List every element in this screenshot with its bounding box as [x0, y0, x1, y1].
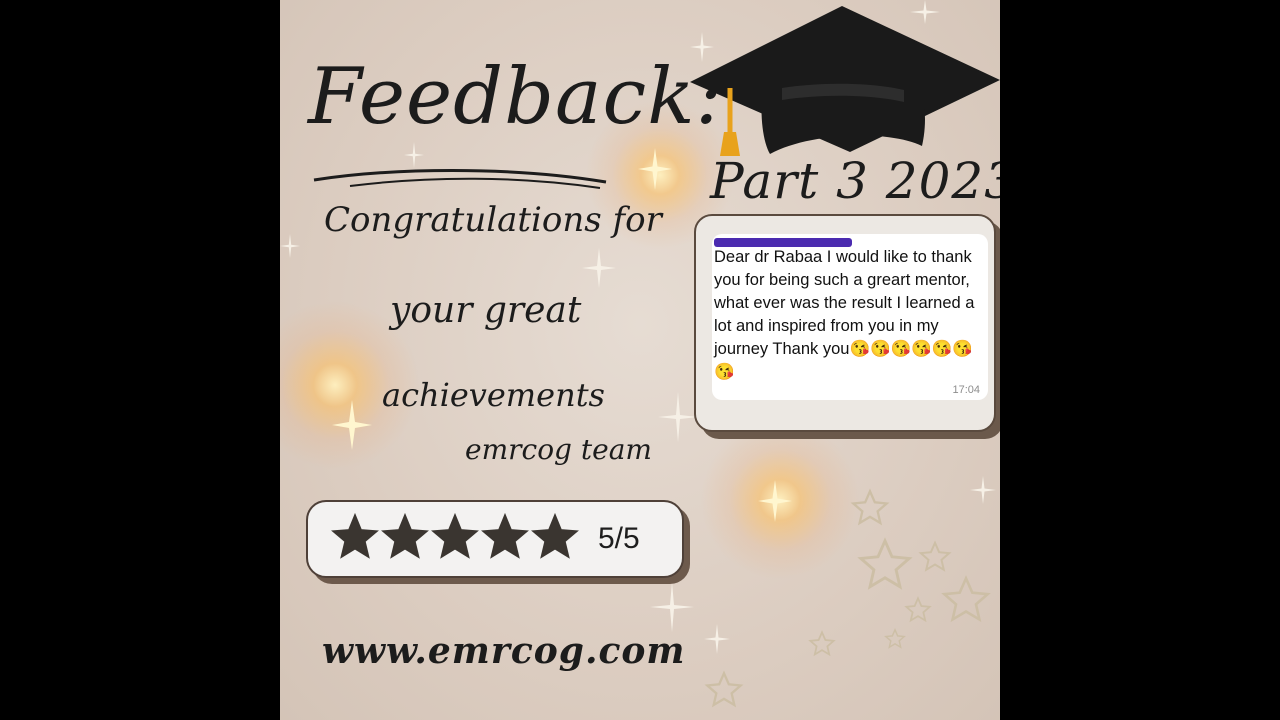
star-outline-icon — [808, 630, 836, 657]
star-outline-icon — [904, 596, 932, 623]
star-icon — [481, 512, 529, 559]
message-bubble: Dear dr Rabaa I would like to thank you … — [712, 234, 988, 400]
graduation-cap-icon — [690, 6, 1000, 156]
congrats-line-3: achievements — [382, 376, 605, 414]
website-url: www.emrcog.com — [322, 630, 686, 672]
sparkle-icon — [582, 248, 616, 288]
glow-right — [700, 420, 860, 580]
message-time: 17:04 — [952, 384, 980, 396]
star-outline-icon — [918, 540, 952, 572]
part-label: Part 3 2023 — [710, 152, 1000, 210]
congrats-line-2: your great — [390, 290, 582, 331]
congrats-line-4: emrcog team — [465, 433, 652, 466]
star-icon — [381, 512, 429, 559]
star-outline-icon — [850, 488, 890, 526]
message-text: Dear dr Rabaa I would like to thank you … — [714, 248, 975, 381]
star-outline-icon — [704, 670, 744, 708]
feedback-card: Feedback: Congratulations for your great… — [280, 0, 1000, 720]
star-outline-icon — [857, 537, 913, 590]
title-underline — [313, 169, 607, 189]
sparkle-icon — [638, 148, 672, 190]
star-outline-icon — [941, 575, 991, 623]
rating-value: 5/5 — [598, 522, 640, 555]
sparkle-icon — [658, 392, 698, 442]
star-icon — [331, 512, 379, 559]
sparkle-icon — [970, 476, 996, 504]
message-card: Dear dr Rabaa I would like to thank you … — [694, 214, 996, 432]
star-icon — [431, 512, 479, 559]
rating-card: 5/5 — [306, 500, 684, 578]
sparkle-icon — [650, 582, 694, 632]
sparkle-icon — [332, 400, 372, 450]
rating-stars — [330, 512, 580, 562]
sparkle-icon — [758, 480, 792, 522]
sparkle-icon — [704, 624, 730, 654]
star-icon — [531, 512, 579, 559]
congrats-line-1: Congratulations for — [324, 200, 662, 240]
feedback-title: Feedback: — [308, 52, 723, 142]
star-outline-icon — [884, 628, 906, 649]
sparkle-icon — [280, 234, 300, 258]
